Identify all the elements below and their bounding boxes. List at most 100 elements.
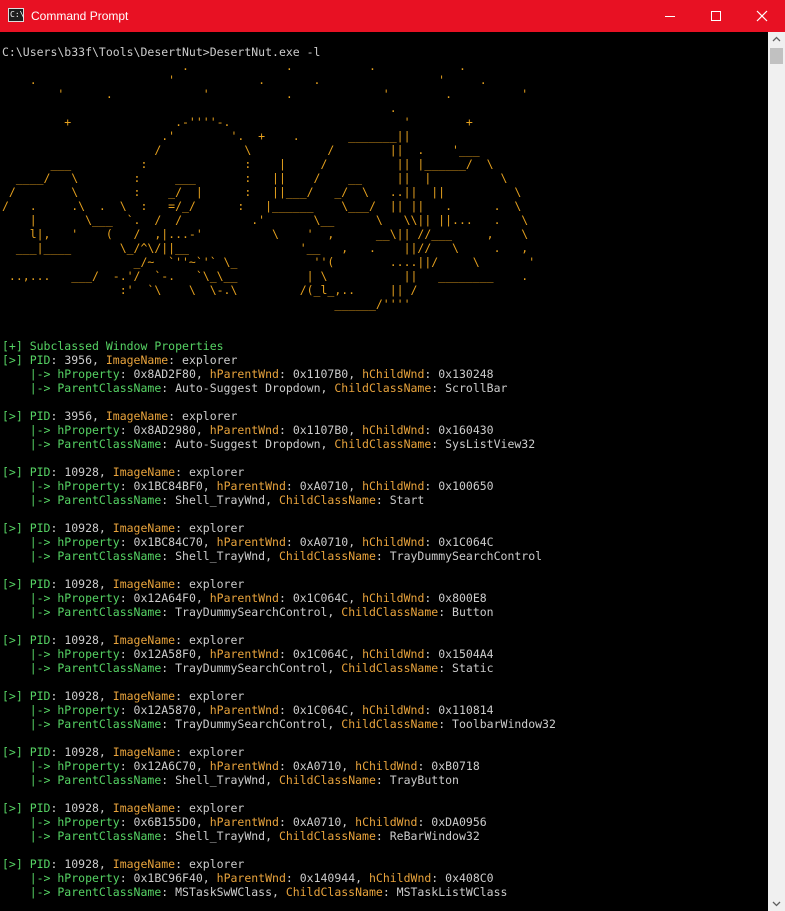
pid-value: : 10928, <box>50 577 113 591</box>
hchildwnd-value: : 0x1504A4 <box>424 647 494 661</box>
hproperty-label: |-> hProperty <box>2 535 120 549</box>
parent-class-label: |-> ParentClassName <box>2 885 162 899</box>
child-class-value: : MSTaskListWClass <box>382 885 508 899</box>
parent-class-label: |-> ParentClassName <box>2 773 162 787</box>
hparentwnd-label: hParentWnd <box>209 759 279 773</box>
ascii-art-line: ___|____ \_/^\/||__ '__ , . ||// \ . , <box>15 241 529 255</box>
image-name-label: ImageName <box>105 353 169 367</box>
pid-value: : 3956, <box>50 353 106 367</box>
ascii-art-line: ' . ' . ' . ' <box>57 87 529 101</box>
child-class-label: ChildClassName <box>334 381 432 395</box>
ascii-art-block: . . . . . ' . . ' . ' . ' . ' . ' . + .-… <box>2 59 535 311</box>
ascii-art-line: _/~ `''~`'` \_ ''( ....||/ \ ' <box>133 255 536 269</box>
hproperty-label: |-> hProperty <box>2 871 120 885</box>
hparentwnd-label: hParentWnd <box>209 703 279 717</box>
ascii-art-line: / . .\ . \ : =/_/ : |______ \___/ || || … <box>2 199 522 213</box>
ascii-art-line: / \ / || . '___ <box>154 143 480 157</box>
child-class-label: ChildClassName <box>334 437 432 451</box>
child-class-label: ChildClassName <box>285 885 383 899</box>
ascii-art-line: ____/ \ : ___ : || / __ || | \ <box>15 171 508 185</box>
image-name-value: : explorer <box>168 353 238 367</box>
ascii-art-line: l|, ' ( / ,|...-' \ ' , __\|| //___ , \ <box>29 227 529 241</box>
scrollbar-thumb[interactable] <box>770 48 783 64</box>
ascii-art-line: . <box>389 101 397 115</box>
parent-class-value: : TrayDummySearchControl, <box>161 717 342 731</box>
hparentwnd-value: : 0x140944, <box>285 871 369 885</box>
ascii-art-line: + .-''''-. ' + <box>64 115 473 129</box>
hproperty-label: |-> hProperty <box>2 591 120 605</box>
parent-class-label: |-> ParentClassName <box>2 549 162 563</box>
hparentwnd-value: : 0x1C064C, <box>278 647 363 661</box>
cmd-icon: C:\ <box>8 8 24 22</box>
hparentwnd-value: : 0x1107B0, <box>278 367 363 381</box>
process-entry: [>] PID: 10928, ImageName: explorer |-> … <box>2 521 542 563</box>
vertical-scrollbar[interactable] <box>768 32 785 911</box>
maximize-button[interactable] <box>693 0 739 32</box>
hparentwnd-value: : 0x1C064C, <box>278 591 363 605</box>
pid-value: : 10928, <box>50 689 113 703</box>
child-class-value: : SysListView32 <box>431 437 536 451</box>
pid-label: [>] PID <box>2 745 51 759</box>
pid-value: : 10928, <box>50 857 113 871</box>
hproperty-label: |-> hProperty <box>2 703 120 717</box>
pid-label: [>] PID <box>2 465 51 479</box>
pid-label: [>] PID <box>2 521 51 535</box>
hchildwnd-label: hChildWnd <box>362 479 425 493</box>
command-prompt-window: C:\ Command Prompt C:\Users\b33f\Tools\D… <box>0 0 785 911</box>
child-class-label: ChildClassName <box>278 773 376 787</box>
image-name-label: ImageName <box>112 801 176 815</box>
hparentwnd-label: hParentWnd <box>209 423 279 437</box>
parent-class-value: : Auto-Suggest Dropdown, <box>161 381 335 395</box>
image-name-value: : explorer <box>175 801 245 815</box>
pid-label: [>] PID <box>2 857 51 871</box>
title-bar[interactable]: C:\ Command Prompt <box>0 0 785 32</box>
image-name-value: : explorer <box>175 465 245 479</box>
hchildwnd-value: : 0x160430 <box>424 423 494 437</box>
hchildwnd-label: hChildWnd <box>362 367 425 381</box>
console-output-area[interactable]: C:\Users\b33f\Tools\DesertNut>DesertNut.… <box>0 32 768 911</box>
hchildwnd-label: hChildWnd <box>362 591 425 605</box>
parent-class-value: : Shell_TrayWnd, <box>161 493 279 507</box>
hparentwnd-label: hParentWnd <box>216 479 286 493</box>
hchildwnd-value: : 0xB0718 <box>417 759 480 773</box>
ascii-art-line: | \___ `. / / .' \__ \ \\|| ||... . \ <box>29 213 529 227</box>
ascii-art-line: ..,... ___/ -.'/ `-. `\_\__ | \ || _____… <box>8 269 529 283</box>
hproperty-value: : 0x6B155D0, <box>119 815 210 829</box>
pid-value: : 10928, <box>50 633 113 647</box>
process-entry: [>] PID: 10928, ImageName: explorer |-> … <box>2 633 494 675</box>
pid-label: [>] PID <box>2 801 51 815</box>
image-name-value: : explorer <box>175 745 245 759</box>
entries-list: [>] PID: 3956, ImageName: explorer |-> h… <box>2 353 556 911</box>
hchildwnd-label: hChildWnd <box>355 759 418 773</box>
hchildwnd-value: : 0x408C0 <box>431 871 494 885</box>
pid-label: [>] PID <box>2 409 51 423</box>
console-text: C:\Users\b33f\Tools\DesertNut>DesertNut.… <box>2 45 556 911</box>
image-name-value: : explorer <box>175 577 245 591</box>
hproperty-value: : 0x8AD2980, <box>119 423 210 437</box>
process-entry: [>] PID: 10928, ImageName: explorer |-> … <box>2 577 494 619</box>
parent-class-value: : TrayDummySearchControl, <box>161 605 342 619</box>
pid-value: : 10928, <box>50 521 113 535</box>
hparentwnd-value: : 0xA0710, <box>285 535 363 549</box>
scroll-up-icon[interactable] <box>768 32 785 46</box>
pid-label: [>] PID <box>2 353 51 367</box>
scroll-down-icon[interactable] <box>768 897 785 911</box>
pid-value: : 10928, <box>50 465 113 479</box>
image-name-label: ImageName <box>112 857 176 871</box>
image-name-label: ImageName <box>105 409 169 423</box>
process-entry: [>] PID: 10928, ImageName: explorer |-> … <box>2 857 507 899</box>
hchildwnd-value: : 0x100650 <box>424 479 494 493</box>
close-button[interactable] <box>739 0 785 32</box>
hproperty-value: : 0x8AD2F80, <box>119 367 210 381</box>
hproperty-label: |-> hProperty <box>2 815 120 829</box>
hparentwnd-label: hParentWnd <box>216 535 286 549</box>
hparentwnd-label: hParentWnd <box>209 591 279 605</box>
ascii-art-line: .' '. + . _______|| <box>161 129 411 143</box>
cmd-icon-text: C:\ <box>10 10 25 19</box>
section-header: [+] Subclassed Window Properties <box>2 339 224 353</box>
pid-label: [>] PID <box>2 633 51 647</box>
child-class-value: : TrayButton <box>375 773 459 787</box>
minimize-button[interactable] <box>647 0 693 32</box>
parent-class-value: : MSTaskSwWClass, <box>161 885 286 899</box>
parent-class-label: |-> ParentClassName <box>2 605 162 619</box>
